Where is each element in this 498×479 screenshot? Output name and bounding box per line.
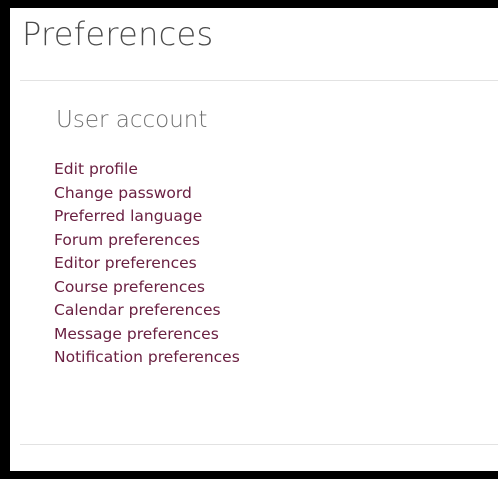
calendar-preferences-link[interactable]: Calendar preferences xyxy=(54,301,221,319)
title-divider xyxy=(20,80,498,81)
list-item: Editor preferences xyxy=(54,252,240,276)
notification-preferences-link[interactable]: Notification preferences xyxy=(54,348,240,366)
list-item: Notification preferences xyxy=(54,346,240,370)
forum-preferences-link[interactable]: Forum preferences xyxy=(54,231,200,249)
section-heading-user-account: User account xyxy=(56,107,208,133)
list-item: Change password xyxy=(54,182,240,206)
list-item: Preferred language xyxy=(54,205,240,229)
page-title: Preferences xyxy=(22,15,214,53)
edit-profile-link[interactable]: Edit profile xyxy=(54,160,138,178)
list-item: Course preferences xyxy=(54,276,240,300)
preferred-language-link[interactable]: Preferred language xyxy=(54,207,202,225)
change-password-link[interactable]: Change password xyxy=(54,184,192,202)
list-item: Edit profile xyxy=(54,158,240,182)
list-item: Forum preferences xyxy=(54,229,240,253)
list-item: Calendar preferences xyxy=(54,299,240,323)
course-preferences-link[interactable]: Course preferences xyxy=(54,278,205,296)
message-preferences-link[interactable]: Message preferences xyxy=(54,325,219,343)
list-item: Message preferences xyxy=(54,323,240,347)
user-account-links: Edit profile Change password Preferred l… xyxy=(54,158,240,370)
screenshot-frame: Preferences User account Edit profile Ch… xyxy=(0,0,498,479)
section-divider xyxy=(20,444,498,445)
editor-preferences-link[interactable]: Editor preferences xyxy=(54,254,197,272)
